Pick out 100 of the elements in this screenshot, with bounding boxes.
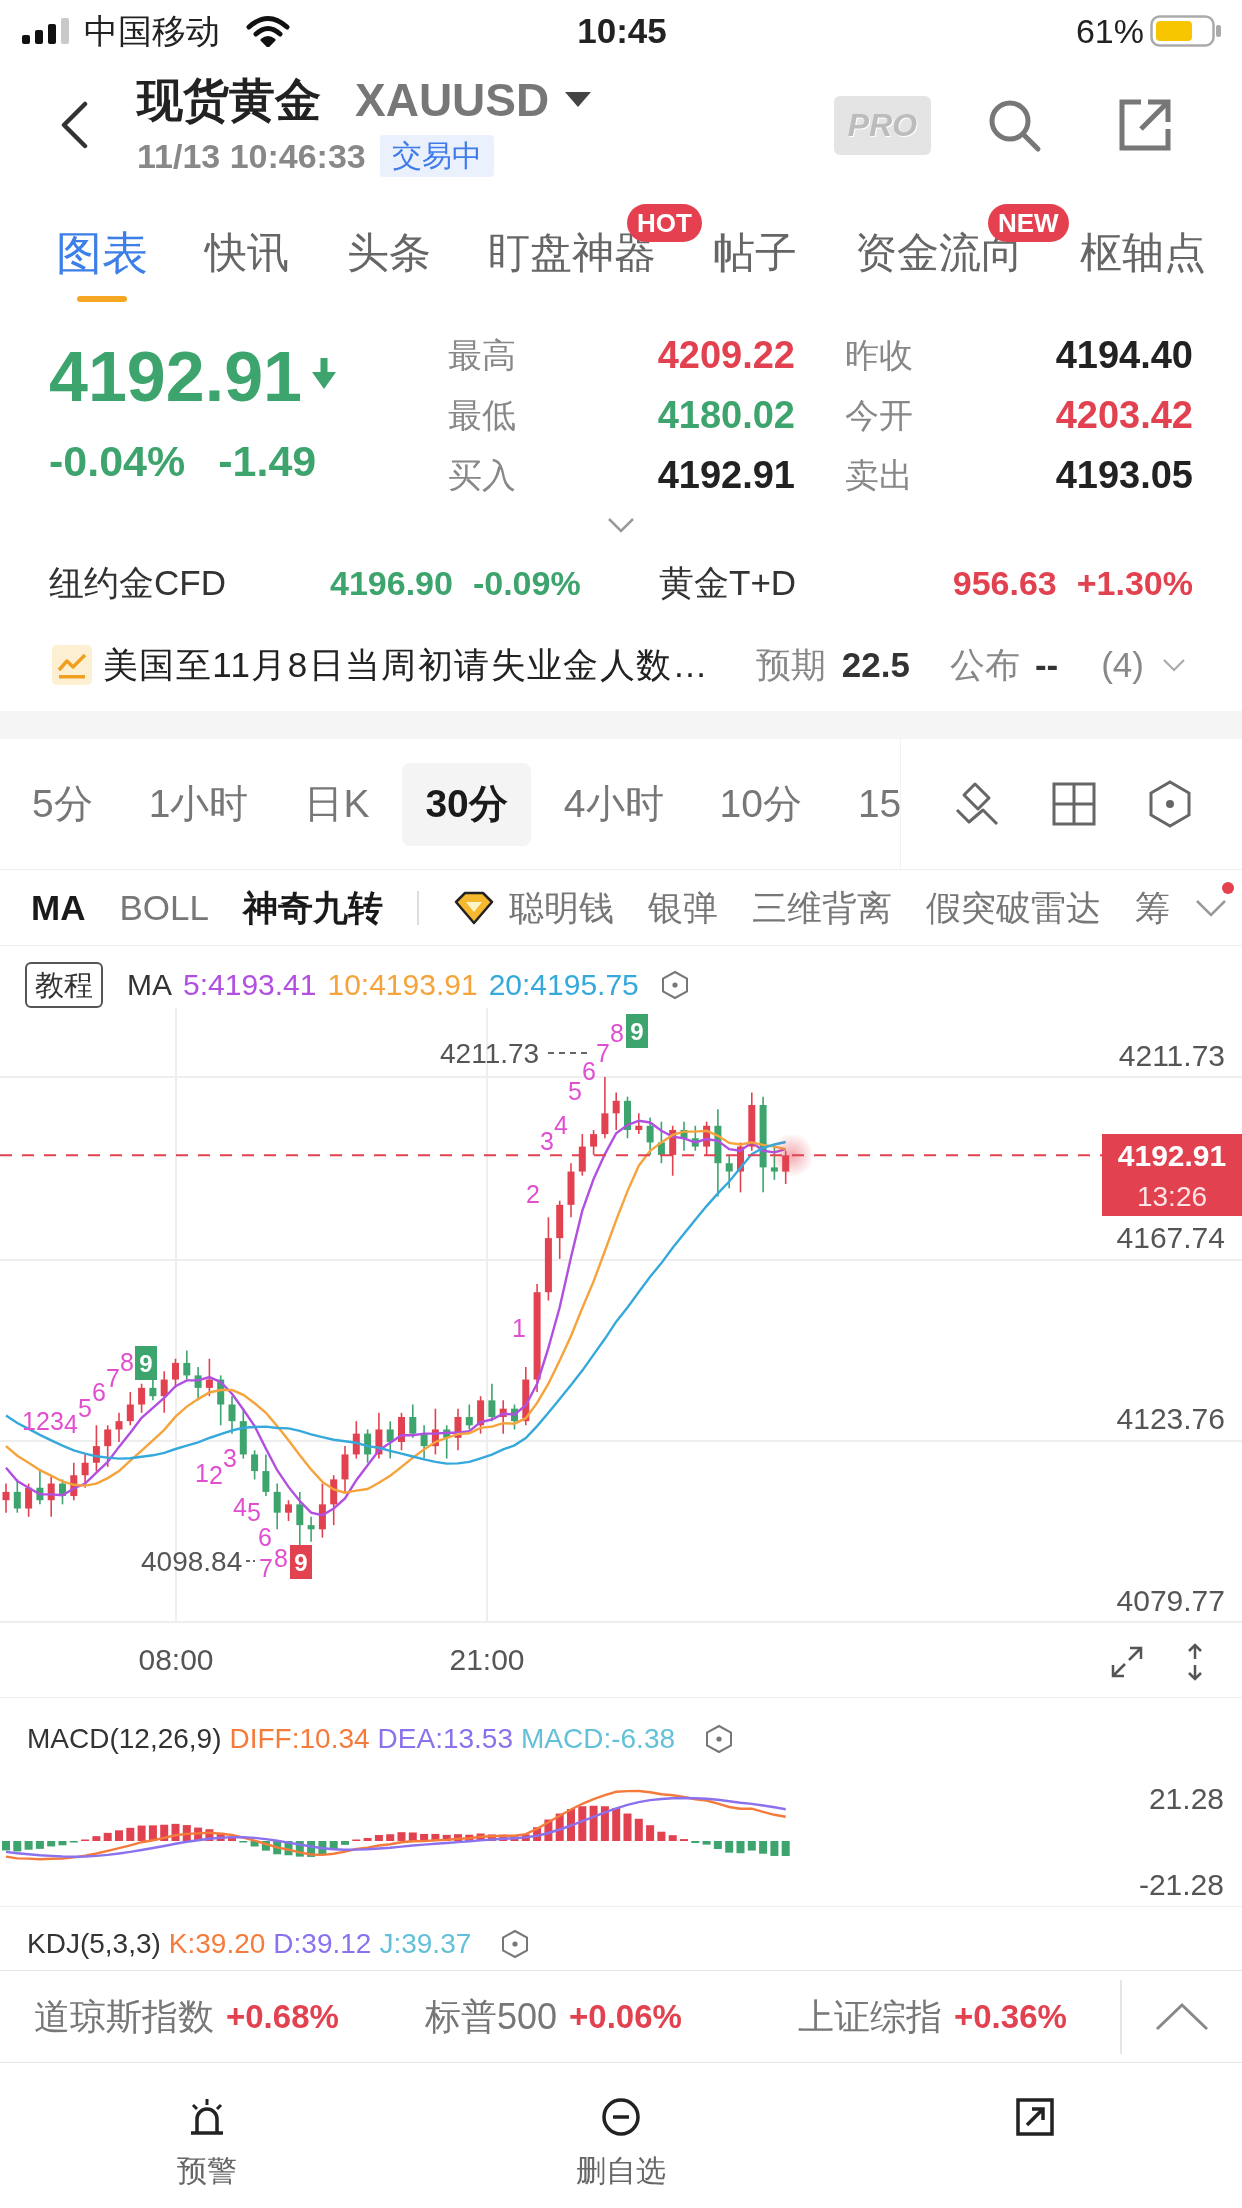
- stat-label: 今开: [845, 395, 913, 435]
- caret-down-icon: [565, 92, 592, 108]
- timeframe-tab[interactable]: 1小时: [148, 781, 249, 827]
- sequence-count: 8: [120, 1348, 134, 1376]
- tab[interactable]: 枢轴点: [1079, 230, 1206, 302]
- indicator-tab[interactable]: 银弹: [647, 886, 718, 929]
- change-percent: -0.04%: [49, 437, 186, 485]
- moving-average-value: 10:4193.91: [327, 968, 478, 1002]
- symbol-selector[interactable]: XAUUSD: [355, 74, 592, 126]
- sequence-count: 3: [50, 1407, 64, 1435]
- hexagon-icon[interactable]: [1147, 779, 1193, 829]
- back-icon[interactable]: [59, 101, 89, 149]
- hexagon-icon[interactable]: [705, 1724, 734, 1754]
- timeframe-tab[interactable]: 30分: [402, 762, 531, 846]
- grid-icon[interactable]: [1051, 781, 1097, 827]
- price-axis-label: 4167.74: [1116, 1220, 1225, 1254]
- sequence-count: 2: [526, 1180, 540, 1208]
- battery-icon: [1150, 15, 1222, 47]
- low-price-leader: [245, 1560, 256, 1562]
- timeframe-tab[interactable]: 日K: [304, 781, 370, 827]
- sequence-count: 2: [36, 1407, 50, 1435]
- indicator-tab[interactable]: 聪明钱: [452, 886, 614, 929]
- forecast-label: 预期: [755, 644, 826, 686]
- timeframe-tab[interactable]: 10分: [719, 781, 802, 827]
- stat-value: 4203.42: [1055, 393, 1193, 437]
- sequence-count: 4: [233, 1493, 247, 1521]
- sequence-count: 5: [247, 1498, 261, 1526]
- instrument-price: 4196.90: [330, 563, 453, 603]
- tab[interactable]: 图表: [56, 230, 148, 302]
- index-change: +0.06%: [569, 1996, 682, 2037]
- line-chart-icon: [52, 645, 92, 685]
- indicator-tab[interactable]: 筹: [1134, 886, 1170, 929]
- sequence-final-badge: 9: [135, 1346, 157, 1380]
- timeframe-tab[interactable]: 5分: [32, 781, 93, 827]
- sequence-count: 2: [209, 1461, 223, 1489]
- instrument-change: +1.30%: [1076, 563, 1193, 603]
- price-axis-label: 4211.73: [1118, 1038, 1225, 1072]
- high-price-label: 4211.73: [440, 1037, 540, 1069]
- sequence-count: 7: [106, 1364, 120, 1392]
- sequence-count: 4: [554, 1111, 568, 1139]
- sequence-count: 3: [223, 1444, 237, 1472]
- toolbar-button[interactable]: 预警: [177, 2097, 237, 2189]
- indicator-value: K:39.20: [168, 1926, 266, 1961]
- clock-time: 10:45: [577, 12, 667, 50]
- forecast-value: 22.5: [841, 644, 910, 686]
- share-icon[interactable]: [1117, 97, 1173, 153]
- sequence-count: 3: [540, 1127, 554, 1155]
- stat-value: 4192.91: [657, 453, 795, 497]
- tutorial-button[interactable]: 教程: [25, 962, 103, 1008]
- hexagon-icon[interactable]: [501, 1928, 530, 1959]
- instrument-name: 纽约金CFD: [49, 563, 226, 603]
- timeframe-tab[interactable]: 15: [857, 781, 900, 827]
- event-title[interactable]: 美国至11月8日当周初请失业金人数…: [103, 644, 709, 686]
- change-amount: -1.49: [218, 437, 317, 485]
- tab[interactable]: 帖子: [713, 230, 798, 302]
- indicator-tab[interactable]: 假突破雷达: [925, 886, 1101, 929]
- instrument-name: 黄金T+D: [659, 563, 797, 603]
- low-price-label: 4098.84: [141, 1545, 243, 1577]
- moving-average-value: 5:4193.41: [183, 968, 317, 1002]
- sequence-count: 1: [22, 1407, 36, 1435]
- expand-icon[interactable]: [1110, 1645, 1144, 1679]
- sequence-count: 5: [78, 1394, 92, 1422]
- diamond-icon: [452, 890, 495, 925]
- macd-axis-label: 21.28: [1148, 1781, 1224, 1815]
- chevron-down-icon[interactable]: [607, 517, 635, 533]
- timeframe-tab[interactable]: 4小时: [563, 781, 664, 827]
- chevron-up-icon[interactable]: [1154, 2001, 1210, 2032]
- stat-value: 4193.05: [1055, 453, 1193, 497]
- index-name: 道琼斯指数: [34, 1995, 214, 2038]
- sequence-final-badge: 9: [626, 1014, 648, 1048]
- indicator-tab[interactable]: BOLL: [119, 886, 209, 929]
- indicator-value: DEA:13.53: [377, 1722, 513, 1756]
- stat-label: 昨收: [845, 335, 913, 375]
- sequence-count: 5: [568, 1077, 582, 1105]
- index-name: 标普500: [425, 1995, 558, 2038]
- indicator-tab[interactable]: MA: [31, 886, 86, 929]
- instrument-price: 956.63: [952, 563, 1057, 603]
- wifi-icon: [246, 15, 290, 47]
- pen-tool-icon[interactable]: [953, 780, 1001, 828]
- toolbar-button[interactable]: 删自选: [576, 2097, 666, 2189]
- indicator-name: MA: [127, 968, 172, 1002]
- chevron-down-icon[interactable]: [1195, 898, 1227, 917]
- indicator-value: J:39.37: [379, 1926, 472, 1961]
- event-count: (4): [1101, 644, 1144, 686]
- battery-percent: 61%: [1075, 12, 1144, 50]
- indicator-tab[interactable]: 神奇九转: [242, 886, 383, 929]
- indicator-name: MACD(12,26,9): [27, 1722, 222, 1756]
- market-status-badge: 交易中: [379, 135, 494, 177]
- instrument-title: 现货黄金: [137, 73, 321, 127]
- sequence-count: 6: [258, 1523, 272, 1551]
- indicator-tab[interactable]: 三维背离: [751, 886, 892, 929]
- arrow-square-icon[interactable]: [1015, 2097, 1055, 2137]
- tab[interactable]: 头条: [346, 230, 431, 302]
- actual-value: --: [1034, 644, 1059, 686]
- price-axis-label: 4079.77: [1116, 1583, 1225, 1617]
- chevron-down-icon[interactable]: [1162, 658, 1186, 672]
- hexagon-icon[interactable]: [660, 970, 689, 1000]
- sequence-count: 8: [274, 1544, 288, 1572]
- price-axis-label: 4123.76: [1116, 1401, 1225, 1435]
- tab[interactable]: 快讯: [205, 230, 290, 302]
